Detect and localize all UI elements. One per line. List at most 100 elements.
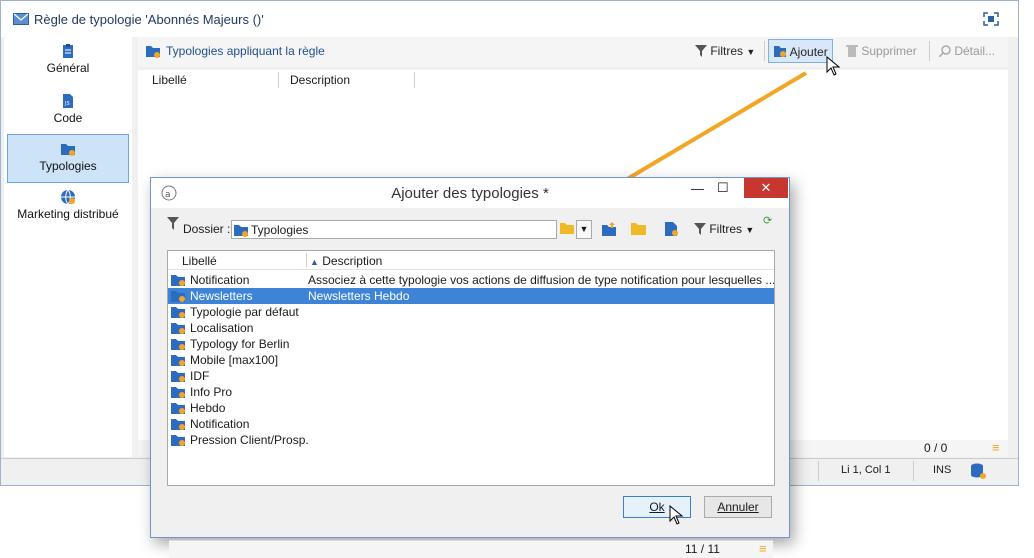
detail-button[interactable]: Détail...	[935, 39, 999, 63]
filter-icon	[694, 223, 706, 235]
item-label: Mobile [max100]	[190, 353, 279, 367]
typology-folder-icon	[171, 403, 185, 414]
chevron-down-icon: ▼	[745, 225, 755, 235]
item-label: Localisation	[190, 321, 254, 335]
typology-folder-icon	[146, 46, 160, 58]
add-label: Ajouter	[789, 45, 828, 59]
chevron-down-icon: ▼	[746, 47, 756, 57]
typology-folder-icon	[171, 387, 185, 398]
typology-folder-icon	[171, 291, 185, 302]
maximize-button[interactable]: ☐	[717, 180, 729, 196]
mouse-cursor-icon	[826, 56, 840, 76]
envelope-icon	[13, 13, 29, 25]
list-item[interactable]: Hebdo	[168, 400, 774, 416]
list-item[interactable]: Notification Associez à cette typologie v…	[168, 272, 774, 288]
add-typologies-dialog: a Ajouter des typologies * — ☐ ✕ Dossier…	[150, 177, 790, 558]
code-file-icon: JS	[63, 94, 73, 108]
list-item[interactable]: Notification	[168, 416, 774, 432]
magnifier-icon	[938, 45, 951, 58]
delete-button[interactable]: Supprimer	[842, 39, 921, 63]
list-item[interactable]: Info Pro	[168, 384, 774, 400]
grid-header: Libellé Description	[138, 70, 1008, 91]
list-header: Libellé ▲ Description	[168, 251, 774, 270]
typology-folder-icon	[171, 355, 185, 366]
filters-button[interactable]: Filtres ▼	[691, 39, 759, 63]
sidebar-item-code[interactable]: JS Code	[7, 93, 129, 133]
sidebar-item-label: Général	[46, 61, 90, 75]
list-item[interactable]: Mobile [max100]	[168, 352, 774, 368]
sidebar-item-marketing[interactable]: Marketing distribué	[7, 189, 129, 229]
filters-button[interactable]: Filtres ▼	[694, 218, 754, 240]
list-menu-icon[interactable]: ≡	[759, 541, 767, 556]
typology-folder-icon	[234, 225, 248, 237]
column-divider	[278, 72, 279, 88]
delete-label: Supprimer	[861, 44, 917, 58]
maximize-icon[interactable]	[983, 12, 999, 26]
trash-icon	[846, 45, 858, 57]
typology-folder-icon	[171, 339, 185, 350]
cancel-label: Annuler	[717, 500, 759, 514]
typology-folder-icon	[171, 275, 185, 286]
column-header-description[interactable]: ▲ Description	[310, 254, 382, 268]
folder-icon[interactable]	[560, 222, 574, 234]
refresh-icon[interactable]: ⟳	[763, 214, 772, 227]
filters-label: Filtres	[710, 44, 744, 58]
column-divider	[306, 253, 307, 267]
list-footer: 11 / 11 ≡	[169, 540, 773, 558]
folder-up-icon[interactable]	[601, 221, 617, 237]
toolbar-separator	[929, 41, 930, 61]
toolbar-separator	[764, 41, 765, 61]
folder-label: Dossier :	[183, 222, 231, 236]
sidebar-item-general[interactable]: Général	[7, 43, 129, 83]
sort-ascending-icon: ▲	[310, 257, 319, 267]
sidebar-item-typologies[interactable]: Typologies	[7, 134, 129, 183]
list-menu-icon[interactable]: ≡	[992, 440, 1000, 455]
item-description: Newsletters Hebdo	[308, 289, 410, 303]
list-item[interactable]: Localisation	[168, 320, 774, 336]
sidebar: Général JS Code Typologies Marketing dis…	[4, 37, 132, 457]
insert-mode: INS	[933, 464, 952, 476]
cancel-button[interactable]: Annuler	[704, 496, 772, 518]
item-label: Typology for Berlin	[190, 337, 290, 351]
column-header-label[interactable]: Libellé	[152, 73, 187, 87]
status-divider	[818, 461, 819, 481]
item-label: Typologie par défaut	[190, 305, 299, 319]
list-item[interactable]: Typology for Berlin	[168, 336, 774, 352]
sidebar-item-label: Code	[53, 111, 83, 125]
add-typology-icon	[774, 46, 786, 57]
column-header-description[interactable]: Description	[290, 73, 350, 87]
dialog-title-bar: a Ajouter des typologies * — ☐ ✕	[151, 178, 789, 208]
section-title: Typologies appliquant la règle	[166, 44, 325, 58]
globe-icon	[61, 189, 75, 205]
item-label: IDF	[190, 369, 210, 383]
typology-folder-icon	[171, 435, 185, 446]
cursor-position: Li 1, Col 1	[841, 464, 891, 476]
typology-folder-icon	[171, 371, 185, 382]
minimize-button[interactable]: —	[691, 181, 704, 196]
typology-folder-icon	[61, 144, 75, 156]
list-item[interactable]: IDF	[168, 368, 774, 384]
title-bar: Règle de typologie 'Abonnés Majeurs ()'	[1, 1, 1018, 37]
window-title: Règle de typologie 'Abonnés Majeurs ()'	[34, 12, 264, 27]
status-divider	[913, 461, 914, 481]
folder-dropdown-button[interactable]: ▼	[576, 220, 592, 239]
mouse-cursor-icon	[669, 505, 683, 525]
sidebar-item-label: Marketing distribué	[17, 207, 119, 221]
svg-text:JS: JS	[64, 101, 70, 107]
list-item[interactable]: Typologie par défaut	[168, 304, 774, 320]
folder-field[interactable]: Typologies	[231, 220, 557, 239]
new-typology-icon[interactable]	[663, 221, 679, 237]
database-icon[interactable]	[969, 462, 987, 480]
add-button[interactable]: Ajouter	[768, 39, 833, 63]
typology-folder-icon	[171, 323, 185, 334]
list-item[interactable]: Newsletters Newsletters Hebdo	[168, 288, 774, 304]
column-header-label[interactable]: Libellé	[182, 254, 217, 268]
typology-folder-icon	[171, 419, 185, 430]
close-button[interactable]: ✕	[744, 178, 788, 198]
open-folder-icon[interactable]	[631, 222, 647, 236]
detail-label: Détail...	[954, 44, 996, 58]
list-item[interactable]: Pression Client/Prosp.	[168, 432, 774, 448]
item-description: Associez à cette typologie vos actions d…	[308, 273, 774, 287]
folder-value: Typologies	[251, 223, 309, 237]
column-header-description-label: Description	[322, 254, 383, 268]
